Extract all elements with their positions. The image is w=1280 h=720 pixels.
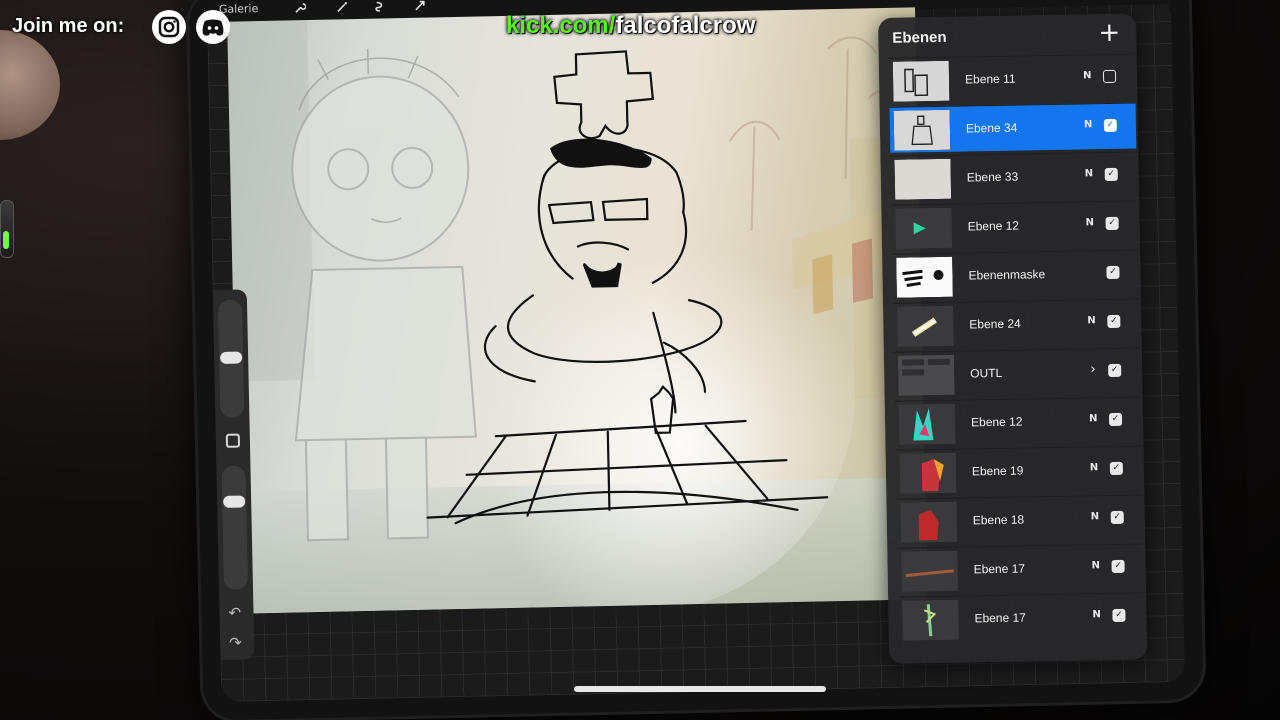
blend-mode-button[interactable]: N bbox=[1092, 609, 1101, 620]
layer-row[interactable]: Ebene 12 N ✓ bbox=[891, 200, 1139, 251]
instagram-icon bbox=[152, 10, 186, 44]
layer-name: Ebene 17 bbox=[973, 561, 1026, 577]
layer-name: Ebene 33 bbox=[966, 169, 1019, 185]
drawing-canvas[interactable] bbox=[227, 7, 928, 614]
selection-icon[interactable] bbox=[373, 0, 387, 14]
layer-thumbnail[interactable] bbox=[898, 403, 956, 445]
layer-thumbnail[interactable] bbox=[897, 354, 955, 396]
layer-row[interactable]: Ebene 17 N ✓ bbox=[898, 592, 1145, 643]
home-indicator[interactable] bbox=[574, 686, 826, 692]
layer-thumbnail[interactable] bbox=[901, 550, 959, 592]
stream-frame: Galerie ↶ ↷ Ebenen + Ebene 11 N Ebene 34… bbox=[0, 0, 1280, 720]
layer-thumbnail[interactable] bbox=[900, 501, 958, 543]
layer-thumbnail[interactable] bbox=[899, 452, 957, 494]
blend-mode-button[interactable]: N bbox=[1083, 70, 1092, 81]
layer-row[interactable]: Ebene 34 N ✓ bbox=[889, 102, 1137, 153]
layer-visibility-checkbox[interactable]: ✓ bbox=[1112, 608, 1126, 622]
layer-row[interactable]: Ebene 11 N bbox=[888, 53, 1136, 104]
kick-domain: kick.com/ bbox=[506, 12, 616, 39]
redo-icon[interactable]: ↷ bbox=[229, 634, 242, 652]
layer-name: Ebene 12 bbox=[967, 218, 1020, 234]
kick-channel-link: kick.com/falcofalcrow bbox=[506, 12, 755, 40]
layer-visibility-checkbox[interactable]: ✓ bbox=[1110, 510, 1124, 525]
undo-icon[interactable]: ↶ bbox=[228, 604, 241, 622]
layer-visibility-checkbox[interactable]: ✓ bbox=[1108, 363, 1122, 378]
layer-name: Ebene 17 bbox=[974, 610, 1026, 626]
side-device-edge bbox=[0, 200, 14, 258]
layer-visibility-checkbox[interactable]: ✓ bbox=[1106, 265, 1120, 280]
eyedropper-square-button[interactable] bbox=[225, 433, 241, 448]
layer-visibility-checkbox[interactable]: ✓ bbox=[1104, 167, 1118, 182]
layers-panel: Ebenen + Ebene 11 N Ebene 34 N ✓ Ebene 33 N ✓ Eb… bbox=[878, 13, 1148, 664]
hand bbox=[0, 30, 60, 140]
blend-mode-button[interactable]: N bbox=[1091, 560, 1100, 571]
layer-visibility-checkbox[interactable] bbox=[1102, 69, 1117, 84]
layer-row[interactable]: Ebene 24 N ✓ bbox=[892, 298, 1140, 349]
layer-row[interactable]: Ebene 33 N ✓ bbox=[890, 151, 1138, 202]
layer-name: Ebenenmaske bbox=[968, 267, 1046, 283]
layer-row[interactable]: Ebene 17 N ✓ bbox=[897, 543, 1145, 594]
layer-row[interactable]: OUTL › ✓ bbox=[893, 347, 1141, 398]
layer-visibility-checkbox[interactable]: ✓ bbox=[1107, 314, 1121, 329]
layer-thumbnail[interactable] bbox=[896, 256, 953, 298]
layer-thumbnail[interactable] bbox=[894, 158, 952, 200]
layer-name: Ebene 12 bbox=[970, 414, 1023, 430]
blend-mode-button[interactable]: N bbox=[1089, 413, 1098, 424]
discord-icon bbox=[196, 10, 230, 44]
layer-thumbnail[interactable] bbox=[895, 207, 953, 249]
kick-channel-name: falcofalcrow bbox=[615, 12, 756, 39]
layer-thumbnail[interactable] bbox=[893, 109, 951, 151]
layer-name: Ebene 24 bbox=[969, 316, 1021, 332]
layer-visibility-checkbox[interactable]: ✓ bbox=[1103, 118, 1118, 133]
join-me-label: Join me on: bbox=[12, 15, 125, 37]
blend-mode-button[interactable]: N bbox=[1090, 462, 1099, 473]
magic-wand-icon[interactable] bbox=[335, 1, 349, 15]
layer-row[interactable]: Ebenenmaske ✓ bbox=[892, 249, 1139, 300]
blend-mode-button[interactable]: N bbox=[1091, 511, 1100, 522]
opacity-slider[interactable] bbox=[221, 465, 249, 590]
layer-thumbnail[interactable] bbox=[897, 305, 954, 347]
transform-arrow-icon[interactable] bbox=[413, 0, 427, 14]
blend-mode-button[interactable]: N bbox=[1086, 217, 1095, 228]
brush-size-thumb[interactable] bbox=[220, 351, 243, 364]
layer-visibility-checkbox[interactable]: ✓ bbox=[1108, 412, 1123, 427]
layer-name: Ebene 19 bbox=[971, 463, 1024, 479]
layer-visibility-checkbox[interactable]: ✓ bbox=[1111, 559, 1125, 574]
layer-name: Ebene 34 bbox=[965, 120, 1018, 136]
layer-name: OUTL bbox=[970, 365, 1003, 381]
group-expand-chevron-icon[interactable]: › bbox=[1090, 361, 1096, 377]
add-layer-icon[interactable]: + bbox=[1098, 18, 1120, 48]
layer-thumbnail[interactable] bbox=[892, 60, 950, 102]
layers-title: Ebenen bbox=[892, 28, 947, 47]
layer-visibility-checkbox[interactable]: ✓ bbox=[1109, 461, 1124, 476]
blend-mode-button[interactable]: N bbox=[1087, 315, 1096, 326]
blend-mode-button[interactable]: N bbox=[1084, 119, 1093, 130]
blend-mode-button[interactable]: N bbox=[1085, 168, 1094, 179]
artwork bbox=[227, 20, 928, 614]
layer-thumbnail[interactable] bbox=[902, 599, 959, 641]
brush-size-slider[interactable] bbox=[217, 299, 245, 418]
wrench-icon[interactable] bbox=[293, 2, 307, 16]
opacity-thumb[interactable] bbox=[223, 495, 246, 508]
layer-visibility-checkbox[interactable]: ✓ bbox=[1105, 216, 1119, 231]
layer-row[interactable]: Ebene 19 N ✓ bbox=[895, 445, 1143, 496]
layer-name: Ebene 18 bbox=[972, 512, 1025, 528]
layer-row[interactable]: Ebene 18 N ✓ bbox=[896, 494, 1144, 545]
layer-row[interactable]: Ebene 12 N ✓ bbox=[894, 396, 1142, 447]
layer-name: Ebene 11 bbox=[964, 71, 1016, 87]
